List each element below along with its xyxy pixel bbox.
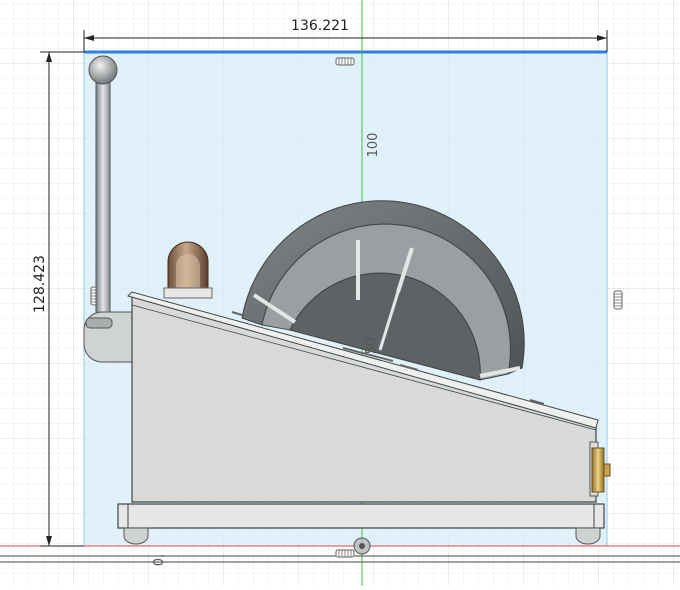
- axis-label-50: 50: [364, 338, 379, 355]
- origin-point-icon[interactable]: [353, 537, 371, 555]
- sketch-constraint-icon[interactable]: [335, 549, 355, 558]
- canvas-svg[interactable]: 136.221 128.423 100 0, 50: [0, 0, 680, 586]
- base-plate[interactable]: [117, 503, 605, 529]
- axis-label-100: 100: [366, 133, 381, 158]
- cad-viewport[interactable]: 136.221 128.423 100 0, 50: [0, 0, 680, 586]
- sketch-constraint-icon[interactable]: [613, 290, 623, 310]
- width-dimension-value[interactable]: 136.221: [291, 18, 349, 34]
- axis-label-origin: 0,: [152, 554, 167, 566]
- sketch-constraint-icon[interactable]: [335, 57, 355, 66]
- height-dimension-value[interactable]: 128.423: [32, 255, 48, 313]
- beacon-lamp[interactable]: [163, 241, 213, 299]
